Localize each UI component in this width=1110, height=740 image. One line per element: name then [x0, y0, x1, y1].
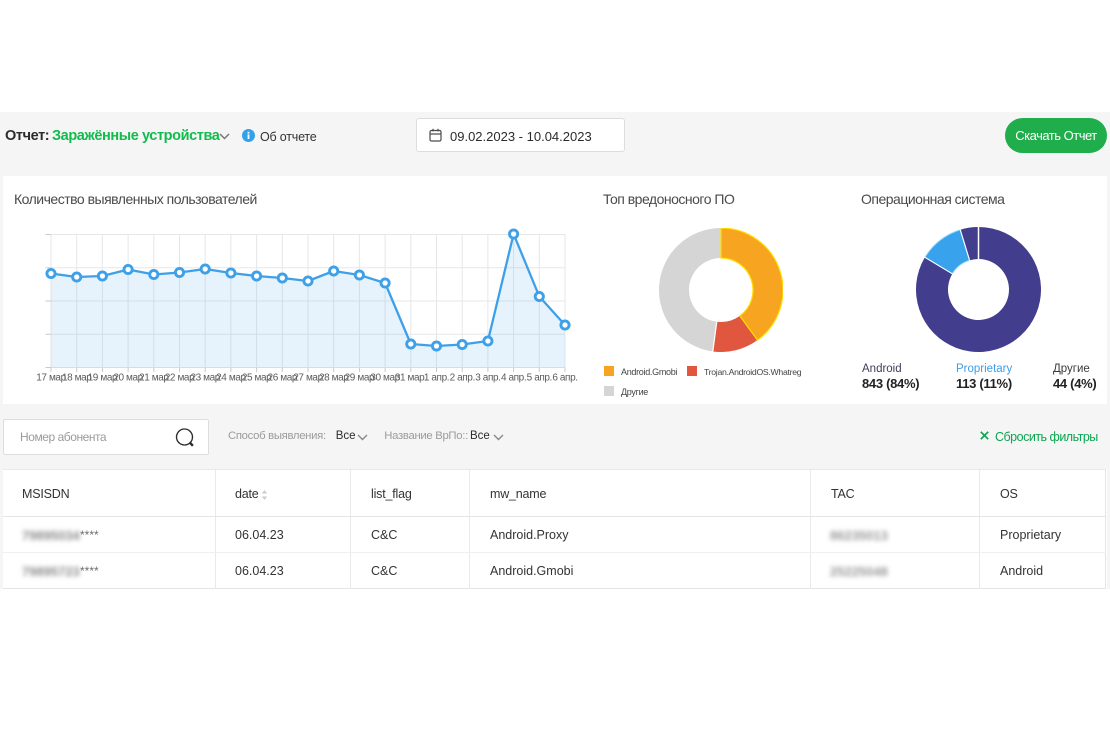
svg-text:1 апр.: 1 апр.	[424, 373, 449, 384]
svg-text:5 апр.: 5 апр.	[527, 373, 552, 384]
svg-text:6 апр.: 6 апр.	[552, 373, 577, 384]
svg-text:4 апр.: 4 апр.	[501, 373, 526, 384]
svg-text:3 апр.: 3 апр.	[475, 373, 500, 384]
svg-text:31 мар.: 31 мар.	[395, 373, 427, 384]
svg-text:2 апр.: 2 апр.	[450, 373, 475, 384]
